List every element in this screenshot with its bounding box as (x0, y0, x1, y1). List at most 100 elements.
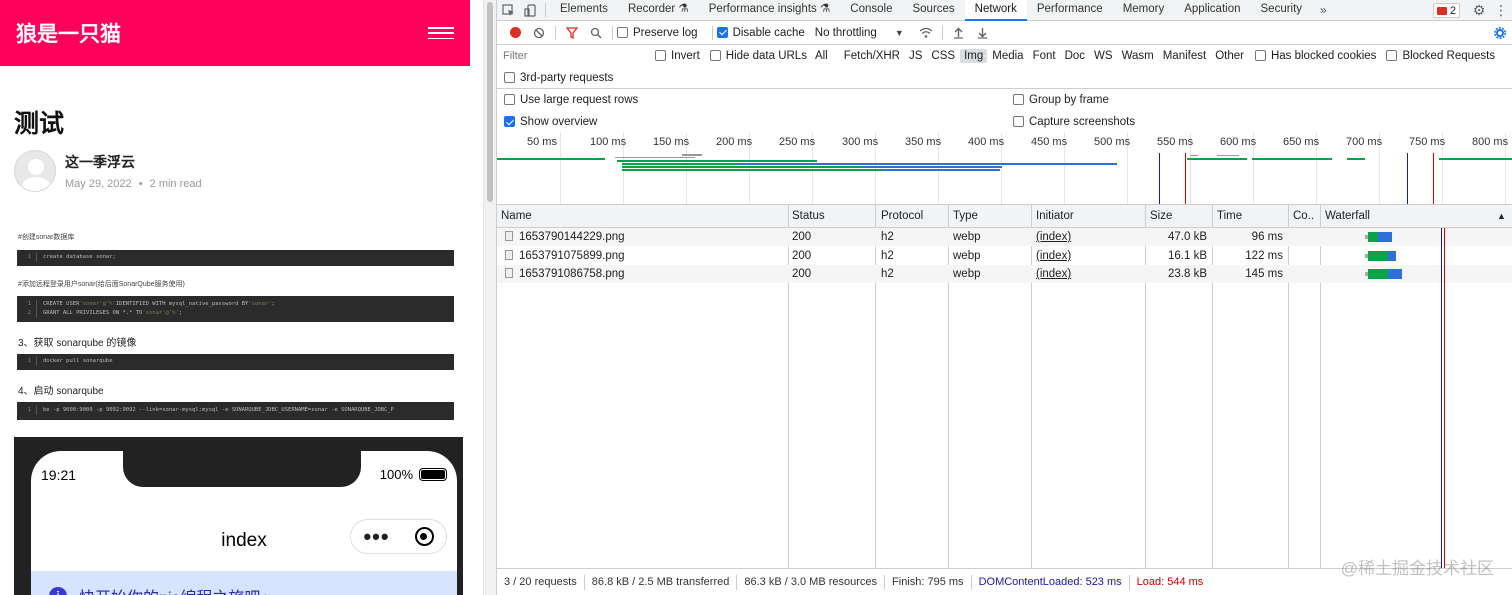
record-button[interactable] (503, 21, 527, 45)
error-badge[interactable]: 2 (1432, 3, 1460, 18)
col-time[interactable]: Time (1213, 205, 1242, 228)
blocked-requests-checkbox[interactable]: Blocked Requests (1386, 50, 1495, 62)
filter-type-media[interactable]: Media (988, 49, 1027, 63)
group-by-frame-checkbox[interactable]: Group by frame (1013, 94, 1109, 106)
network-overview[interactable]: 50 ms 100 ms 150 ms 200 ms 250 ms 300 ms 350 m… (497, 133, 1512, 205)
filter-type-doc[interactable]: Doc (1061, 49, 1089, 63)
dom-content-loaded-line (1159, 153, 1160, 204)
request-protocol: h2 (881, 231, 894, 243)
tab-console[interactable]: Console (840, 0, 902, 21)
inspect-icon[interactable] (497, 0, 519, 21)
search-icon[interactable] (584, 21, 608, 45)
col-initiator[interactable]: Initiator (1032, 205, 1074, 228)
sort-ascending-icon[interactable]: ▲ (1493, 205, 1506, 228)
network-settings-icon[interactable] (1494, 27, 1506, 42)
filter-type-other[interactable]: Other (1211, 49, 1248, 63)
options-row-2: Show overview Capture screenshots (497, 111, 1512, 133)
filter-type-manifest[interactable]: Manifest (1159, 49, 1210, 63)
col-status[interactable]: Status (788, 205, 825, 228)
col-waterfall[interactable]: Waterfall (1321, 205, 1370, 228)
table-header: Name Status Protocol Type Initiator Size… (497, 205, 1512, 228)
filter-type-font[interactable]: Font (1029, 49, 1060, 63)
col-protocol[interactable]: Protocol (877, 205, 923, 228)
request-name[interactable]: 1653791086758.png (501, 265, 625, 283)
capture-screenshots-checkbox[interactable]: Capture screenshots (1013, 116, 1135, 128)
notice-bar: i 快开始你的pie编程之旅吧～ (31, 571, 457, 595)
request-time: 145 ms (1245, 268, 1283, 280)
post-title: 测试 (14, 110, 65, 138)
waterfall-waiting-bar (1368, 232, 1378, 242)
filter-type-ws[interactable]: WS (1090, 49, 1117, 63)
clear-icon[interactable] (527, 21, 551, 45)
close-target-icon (414, 527, 434, 546)
third-party-checkbox[interactable]: 3rd-party requests (504, 71, 613, 84)
tab-network[interactable]: Network (964, 0, 1027, 21)
tab-sources[interactable]: Sources (902, 0, 964, 21)
site-header: 狼是一只猫 (0, 0, 470, 66)
tab-elements[interactable]: Elements (550, 0, 618, 21)
filter-input[interactable] (503, 47, 643, 65)
network-toolbar: Preserve log Disable cache No throttling… (497, 21, 1512, 45)
tab-memory[interactable]: Memory (1113, 0, 1175, 21)
battery-percent: 100% (379, 467, 413, 482)
overview-tick: 100 ms (590, 136, 627, 148)
post-date: May 29, 2022 (65, 178, 132, 190)
error-count: 2 (1449, 4, 1456, 17)
scrollbar-thumb[interactable] (487, 2, 493, 202)
col-size[interactable]: Size (1146, 205, 1172, 228)
table-row[interactable]: 1653790144229.png 200 h2 webp (index) 47.0 kB… (497, 228, 1512, 246)
post-meta: May 29, 2022 • 2 min read (65, 178, 202, 190)
phone-screen: 19:21 100% index ••• i 快开始你的pie编程之旅吧～ (31, 451, 457, 595)
preserve-log-checkbox[interactable]: Preserve log (617, 26, 698, 39)
tab-performance[interactable]: Performance insights ⚗ (699, 0, 841, 21)
settings-icon[interactable]: ⚙ (1468, 0, 1490, 21)
show-overview-checkbox[interactable]: Show overview (504, 116, 597, 128)
request-name[interactable]: 1653790144229.png (501, 228, 625, 246)
site-title[interactable]: 狼是一只猫 (16, 18, 121, 48)
tab-application[interactable]: Application (1174, 0, 1250, 21)
invert-checkbox[interactable]: Invert (655, 50, 700, 62)
table-row[interactable]: 1653791075899.png 200 h2 webp (index) 16.1 kB… (497, 247, 1512, 265)
request-status: 200 (792, 249, 812, 262)
menu-icon[interactable] (428, 27, 454, 39)
dom-content-loaded-line (1407, 153, 1408, 204)
requests-table: Name Status Protocol Type Initiator Size… (497, 205, 1512, 568)
tab-recorder[interactable]: Recorder ⚗ (618, 0, 699, 21)
filter-type-fetchxhr[interactable]: Fetch/XHR (840, 49, 904, 63)
code-block: 1 be -p 9000:9000 -p 9092:9092 --link=son… (17, 402, 454, 420)
large-rows-checkbox[interactable]: Use large request rows (504, 94, 638, 106)
filter-type-img[interactable]: Img (960, 49, 988, 63)
disable-cache-checkbox[interactable]: Disable cache (716, 26, 805, 39)
device-toolbar-icon[interactable] (519, 0, 541, 21)
more-tabs-icon[interactable]: » (1312, 3, 1335, 17)
overview-tick: 350 ms (905, 136, 942, 148)
filter-type-all[interactable]: All (811, 49, 832, 63)
col-connection[interactable]: Co.. (1289, 205, 1314, 228)
request-initiator[interactable]: (index) (1032, 265, 1071, 283)
request-initiator[interactable]: (index) (1032, 247, 1071, 265)
filter-type-wasm[interactable]: Wasm (1118, 49, 1158, 63)
kebab-menu-icon[interactable]: ⋮ (1490, 0, 1512, 21)
request-count: 3 / 20 requests (497, 574, 585, 590)
filter-type-css[interactable]: CSS (927, 49, 959, 63)
import-har-icon[interactable] (947, 21, 971, 45)
request-initiator[interactable]: (index) (1032, 228, 1071, 246)
network-conditions-icon[interactable] (914, 21, 938, 45)
col-type[interactable]: Type (949, 205, 978, 228)
has-blocked-cookies-checkbox[interactable]: Has blocked cookies (1254, 50, 1376, 62)
filter-icon[interactable] (560, 21, 584, 45)
page-scrollbar[interactable] (483, 0, 496, 595)
throttling-select[interactable]: No throttling ▼ (815, 27, 904, 39)
hide-data-urls-checkbox[interactable]: Hide data URLs (709, 50, 807, 62)
table-row[interactable]: 1653791086758.png 200 h2 webp (index) 23.8 kB… (497, 265, 1512, 283)
tab-security[interactable]: Security (1251, 0, 1313, 21)
col-name[interactable]: Name (497, 205, 532, 228)
avatar[interactable] (14, 150, 56, 192)
tab-performance[interactable]: Performance (1027, 0, 1113, 21)
request-name[interactable]: 1653791075899.png (501, 247, 625, 265)
filter-type-js[interactable]: JS (905, 49, 926, 63)
request-size: 47.0 kB (1168, 231, 1207, 243)
export-har-icon[interactable] (971, 21, 995, 45)
author-name[interactable]: 这一季浮云 (65, 152, 202, 172)
load-line (1185, 153, 1186, 204)
